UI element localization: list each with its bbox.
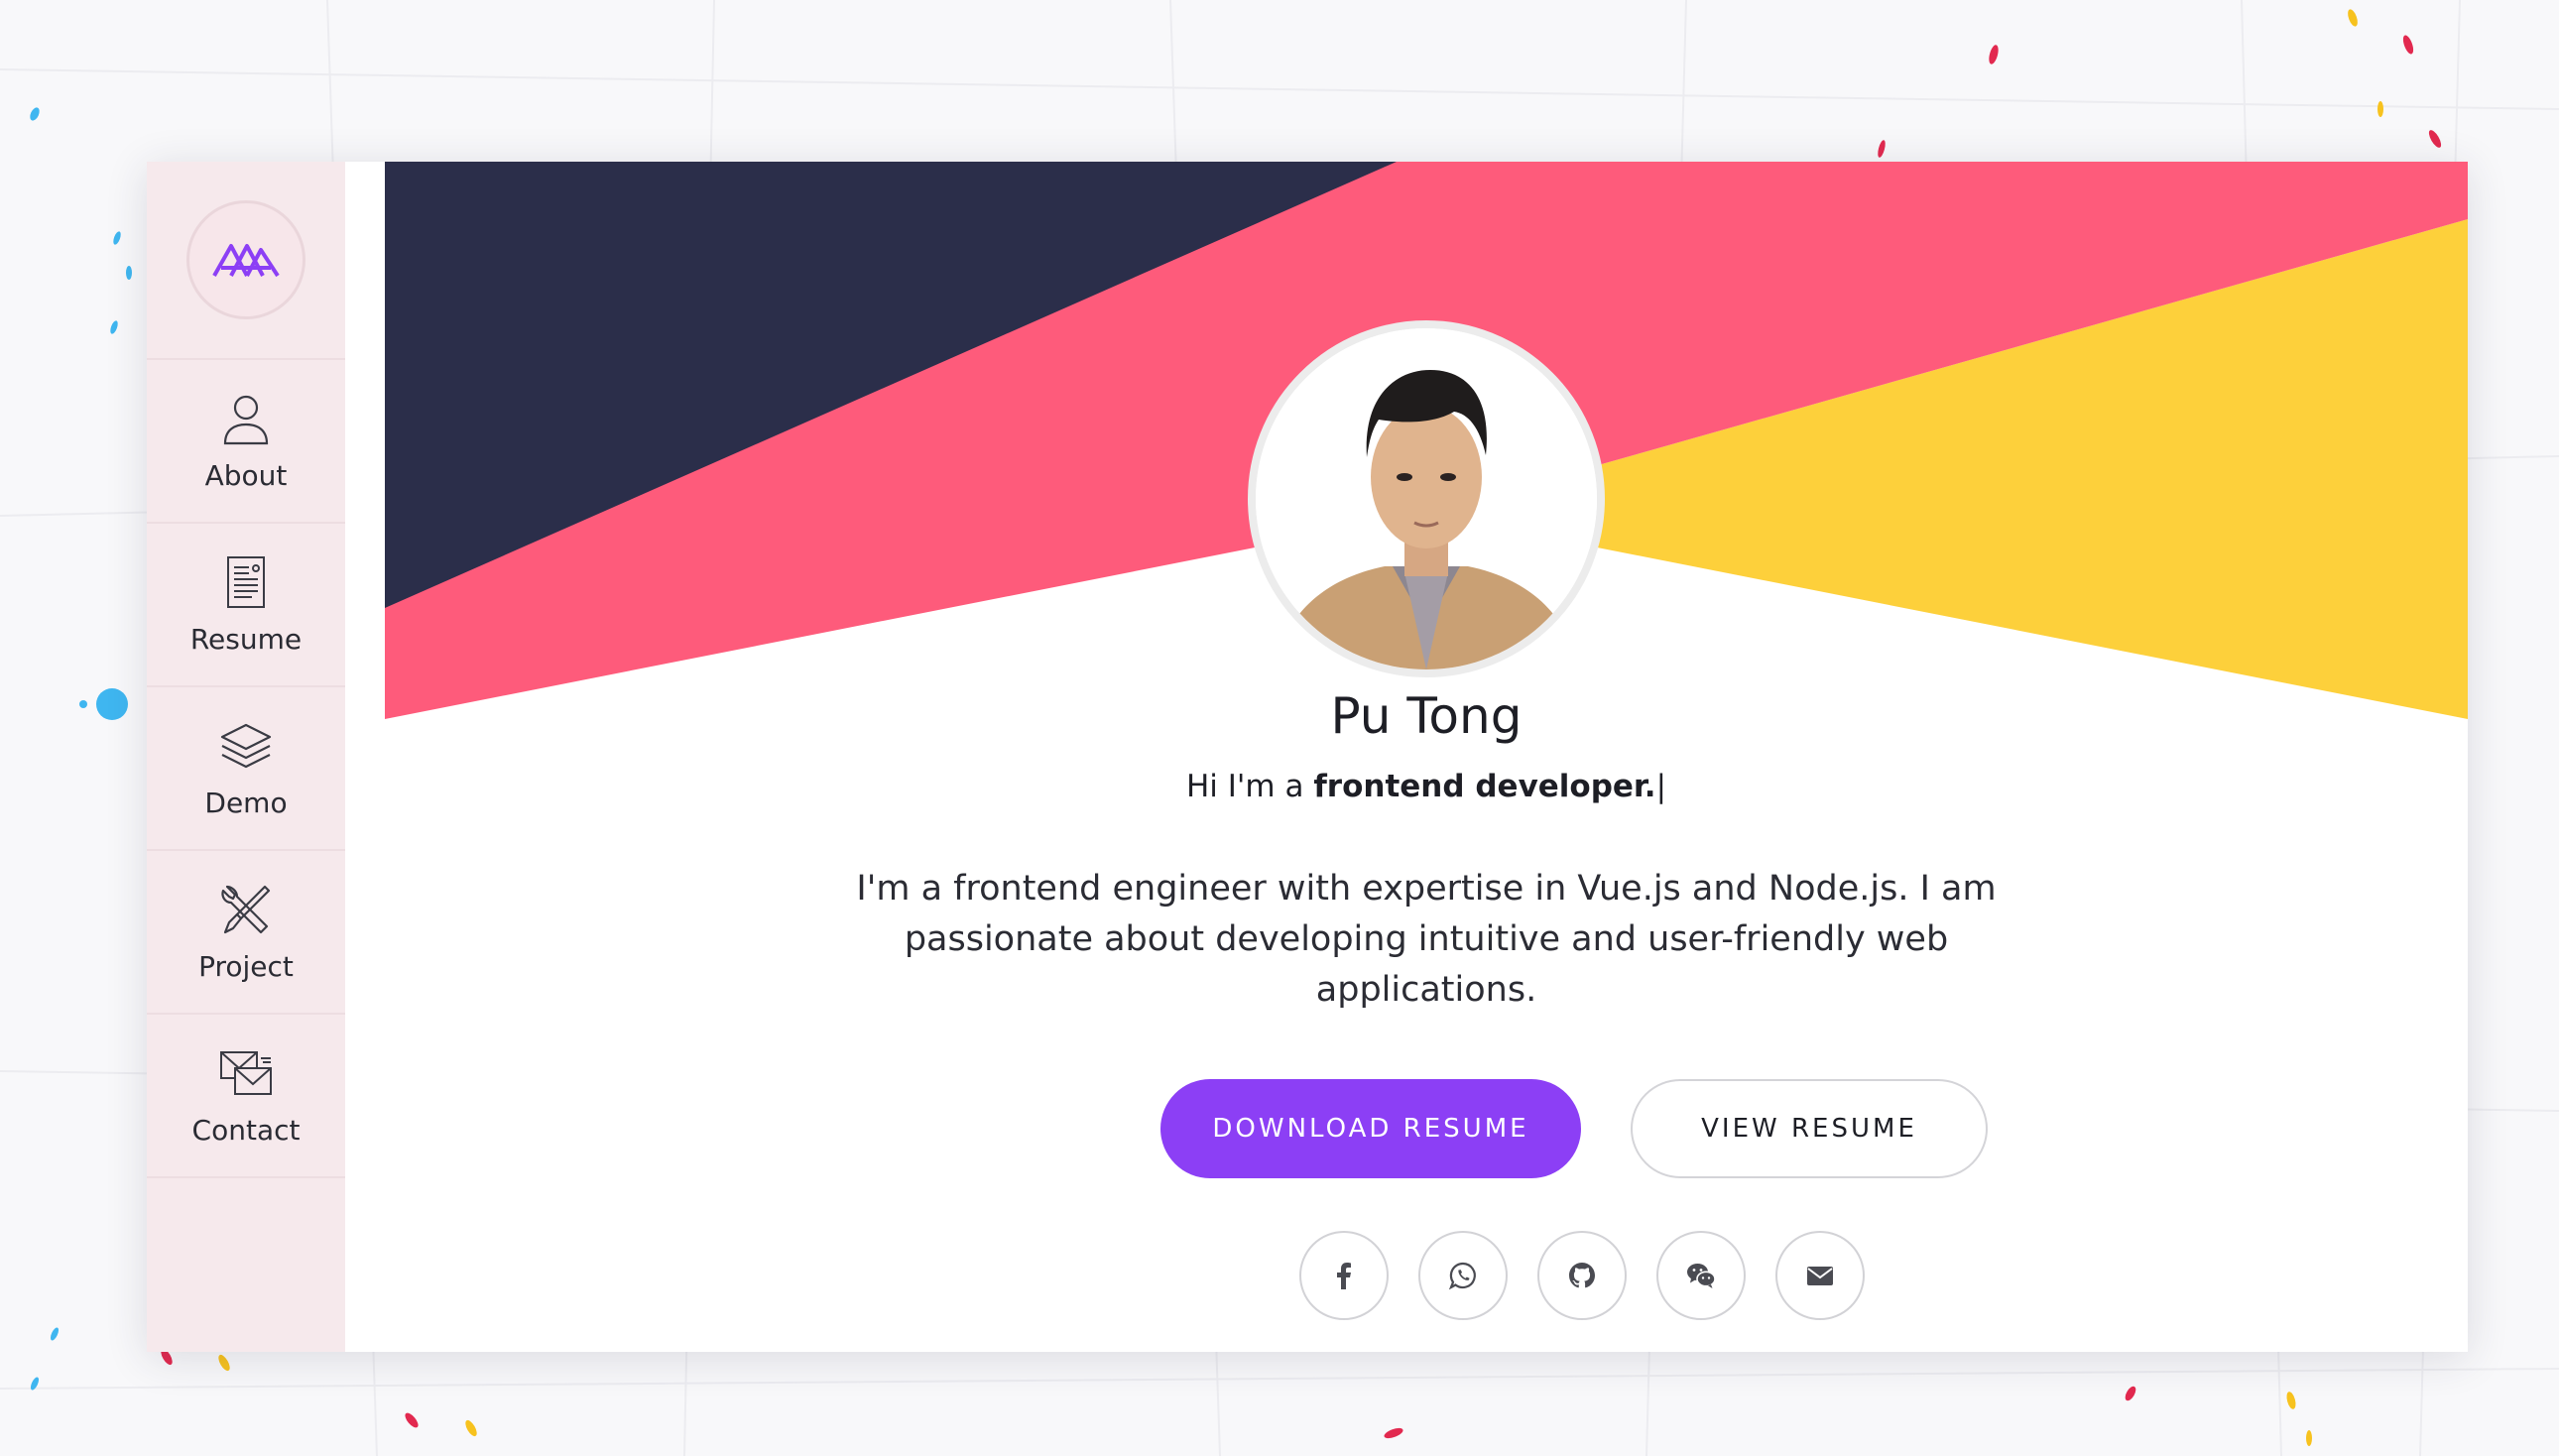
facebook-icon xyxy=(1337,1263,1351,1289)
envelope-icon xyxy=(220,1051,272,1095)
whatsapp-button[interactable] xyxy=(1418,1231,1508,1320)
profile-card: About Resume Demo Project Contact Pu Ton… xyxy=(147,162,2468,1352)
avatar xyxy=(1248,320,1605,677)
sidebar-item-label: Resume xyxy=(189,623,303,656)
sidebar-item-project[interactable]: Project xyxy=(147,851,345,1015)
typing-cursor: | xyxy=(1655,769,1667,804)
wechat-button[interactable] xyxy=(1656,1231,1746,1320)
whatsapp-icon xyxy=(1448,1262,1476,1290)
tools-icon xyxy=(221,885,271,934)
sidebar-item-label: About xyxy=(204,459,288,492)
sidebar-item-contact[interactable]: Contact xyxy=(147,1015,345,1178)
view-resume-button[interactable]: VIEW RESUME xyxy=(1631,1079,1988,1178)
document-icon xyxy=(227,556,265,608)
tagline-role: frontend developer. xyxy=(1313,769,1656,804)
profile-photo xyxy=(1256,328,1597,669)
logo[interactable] xyxy=(186,200,305,319)
main-content: Pu Tong Hi I'm a frontend developer.| I'… xyxy=(385,162,2468,1352)
social-links xyxy=(1299,1231,1865,1320)
logo-block xyxy=(147,162,345,360)
download-resume-button[interactable]: DOWNLOAD RESUME xyxy=(1160,1079,1581,1178)
sidebar-item-label: Contact xyxy=(191,1114,301,1147)
bio-text: I'm a frontend engineer with expertise i… xyxy=(856,869,1997,1010)
github-button[interactable] xyxy=(1537,1231,1627,1320)
tagline-prefix: Hi I'm a xyxy=(1185,769,1304,804)
layers-icon xyxy=(220,723,272,769)
sidebar-item-demo[interactable]: Demo xyxy=(147,687,345,851)
wechat-icon xyxy=(1687,1264,1716,1288)
github-icon xyxy=(1569,1263,1595,1288)
mountain-logo-icon xyxy=(212,244,280,278)
envelope-icon xyxy=(1807,1267,1833,1285)
sidebar-item-resume[interactable]: Resume xyxy=(147,524,345,687)
profile-name: Pu Tong xyxy=(1330,687,1523,745)
tagline: Hi I'm a frontend developer.| xyxy=(385,769,2468,804)
email-button[interactable] xyxy=(1775,1231,1865,1320)
user-icon xyxy=(223,395,269,445)
sidebar-item-about[interactable]: About xyxy=(147,360,345,524)
sidebar: About Resume Demo Project Contact xyxy=(147,162,345,1352)
facebook-button[interactable] xyxy=(1299,1231,1389,1320)
sidebar-item-label: Demo xyxy=(204,787,288,819)
sidebar-item-label: Project xyxy=(198,950,294,983)
